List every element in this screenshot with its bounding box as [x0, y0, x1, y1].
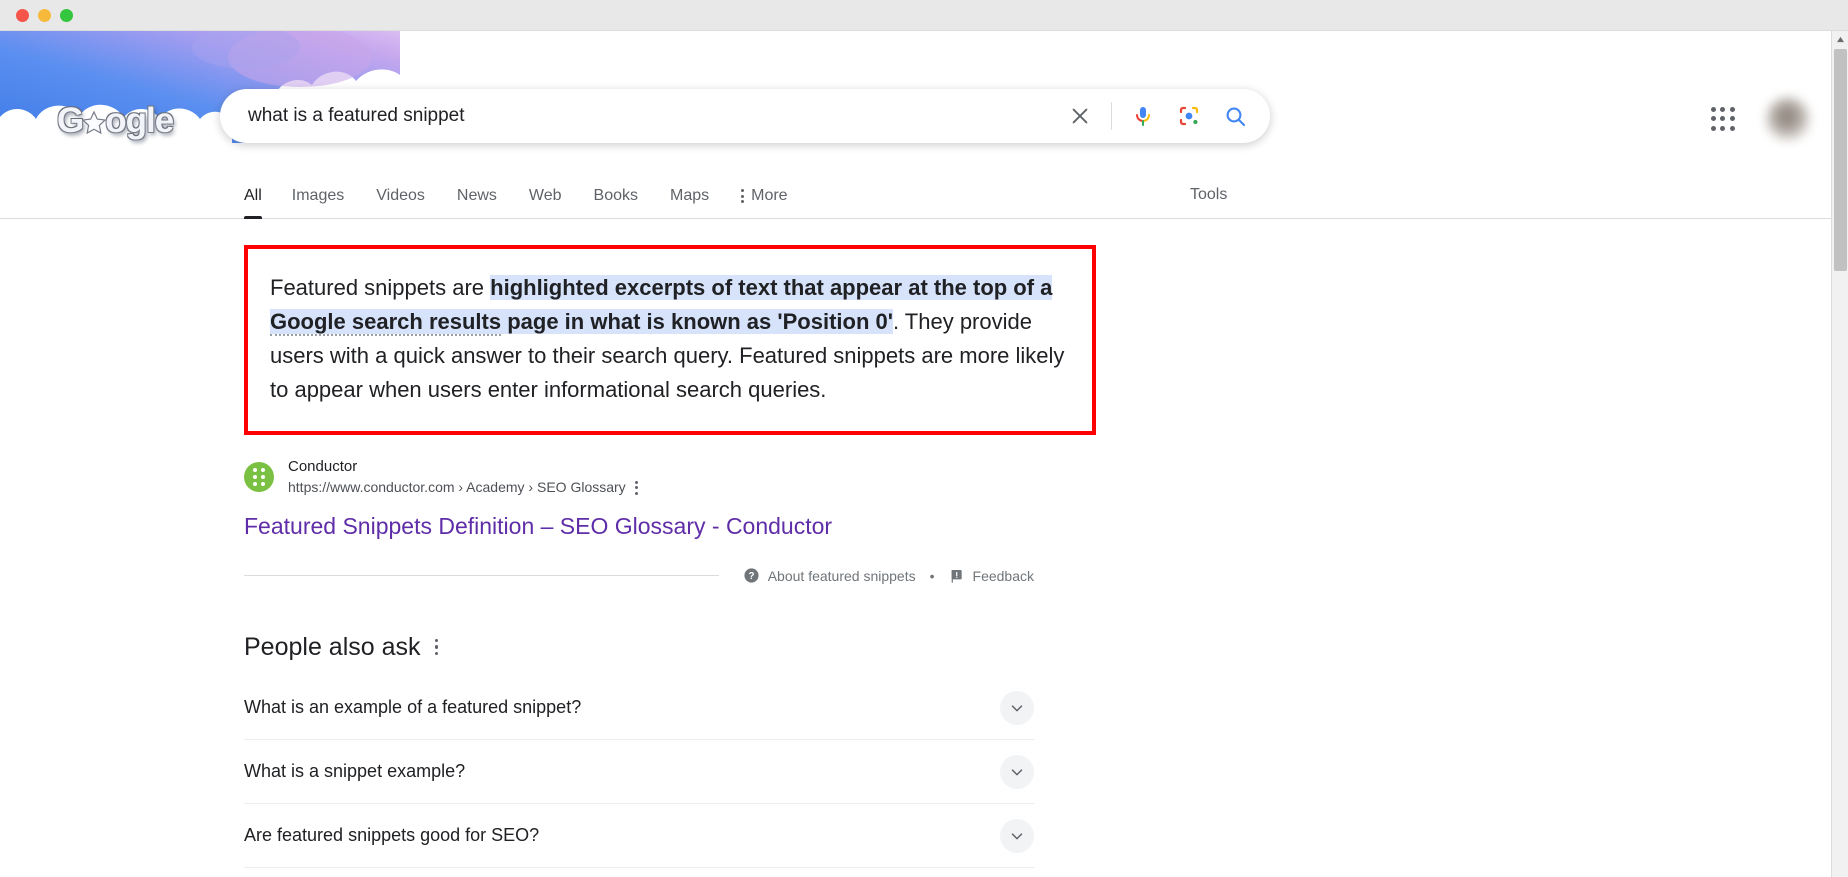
page-viewport: Gogle what is a featured snippet All Ima…: [0, 31, 1848, 877]
flag-icon: [951, 569, 962, 583]
tab-all[interactable]: All: [244, 188, 276, 219]
google-apps-icon[interactable]: [1710, 106, 1736, 132]
apps-dot: [1710, 126, 1716, 132]
google-lens-button[interactable]: [1166, 93, 1212, 139]
expand-question-button[interactable]: [1000, 690, 1034, 725]
browser-window: Gogle what is a featured snippet All Ima…: [0, 0, 1848, 877]
snippet-highlight-part1: highlighted excerpts of text that appear…: [490, 275, 1053, 300]
list-item[interactable]: Are featured snippets good for SEO?: [244, 804, 1034, 868]
list-item[interactable]: What is a snippet example?: [244, 740, 1034, 804]
search-icon: [1226, 107, 1246, 127]
minimize-window-button[interactable]: [38, 8, 51, 22]
featured-snippet-text: Featured snippets are highlighted excerp…: [270, 271, 1066, 407]
source-site-name: Conductor: [288, 458, 358, 475]
about-featured-snippets-link[interactable]: ? About featured snippets: [743, 567, 916, 584]
favicon-dot: [260, 474, 265, 479]
favicon-dot: [260, 468, 265, 473]
window-titlebar: [0, 0, 1848, 31]
snippet-highlight-part2: page in what is known as 'Position 0': [501, 309, 893, 334]
people-also-ask-list: What is an example of a featured snippet…: [244, 676, 1034, 877]
search-header: Gogle: [0, 31, 1848, 171]
avatar[interactable]: [1766, 97, 1810, 141]
apps-dot: [1720, 126, 1726, 132]
chevron-down-icon: [1011, 832, 1023, 839]
close-window-button[interactable]: [16, 8, 29, 22]
people-also-ask-title: People also ask: [244, 633, 421, 661]
tab-books[interactable]: Books: [578, 188, 654, 218]
source-url-row: https://www.conductor.com › Academy › SE…: [288, 478, 638, 497]
tab-news[interactable]: News: [441, 188, 513, 218]
favicon-dot: [253, 481, 258, 486]
chevron-up-icon: [1836, 36, 1844, 42]
paa-question: What is an example of a featured snippet…: [244, 697, 582, 717]
voice-search-button[interactable]: [1120, 93, 1166, 139]
feedback-link[interactable]: Feedback: [949, 568, 1034, 584]
footer-separator: •: [929, 567, 935, 584]
search-divider: [1111, 102, 1112, 130]
tab-images[interactable]: Images: [276, 188, 360, 218]
microphone-icon: [1136, 107, 1150, 126]
tab-maps[interactable]: Maps: [654, 188, 725, 218]
favicon-dot: [253, 468, 258, 473]
search-submit-button[interactable]: [1212, 93, 1258, 139]
logo-letters-ogle: ogle: [105, 101, 174, 140]
paa-question: Are featured snippets good for SEO?: [244, 825, 540, 845]
expand-question-button[interactable]: [1000, 818, 1034, 853]
chevron-down-icon: [1011, 704, 1023, 711]
conductor-favicon-icon: [244, 462, 274, 492]
chevron-down-icon: [1011, 768, 1023, 775]
featured-snippet-box: Featured snippets are highlighted excerp…: [244, 245, 1096, 435]
list-item[interactable]: What is an example of a featured snippet…: [244, 676, 1034, 740]
scrollbar-thumb[interactable]: [1834, 49, 1847, 271]
tab-videos[interactable]: Videos: [360, 188, 441, 218]
apps-dot: [1720, 116, 1726, 122]
search-results: Featured snippets are highlighted excerp…: [0, 219, 1848, 877]
paa-question: What is a snippet example?: [244, 761, 466, 781]
about-this-result-button[interactable]: [634, 480, 638, 495]
search-nav-tabs: All Images Videos News Web Books Maps Mo…: [0, 171, 1848, 219]
camera-lens-icon: [1179, 106, 1199, 126]
tab-web[interactable]: Web: [513, 188, 578, 218]
apps-dot: [1730, 106, 1736, 112]
help-icon: ?: [744, 568, 759, 583]
tab-more-label: More: [751, 187, 788, 204]
tools-button[interactable]: Tools: [1190, 186, 1227, 204]
star-icon: [81, 110, 107, 136]
about-featured-snippets-label: About featured snippets: [767, 567, 916, 584]
source-url: https://www.conductor.com › Academy › SE…: [288, 479, 626, 495]
snippet-lead: Featured snippets are: [270, 275, 491, 300]
people-also-ask-options-button[interactable]: [434, 638, 439, 656]
apps-dot: [1710, 116, 1716, 122]
scroll-up-button[interactable]: [1832, 31, 1848, 47]
apps-dot: [1730, 126, 1736, 132]
source-lines: Conductor https://www.conductor.com › Ac…: [288, 457, 638, 497]
maximize-window-button[interactable]: [60, 8, 73, 22]
favicon-dot: [253, 474, 258, 479]
google-logo[interactable]: Gogle: [57, 101, 174, 141]
snippet-dotted-term[interactable]: Google search results: [270, 309, 502, 336]
apps-dot: [1730, 116, 1736, 122]
list-item[interactable]: What is a snippet in SEO?: [244, 868, 1034, 877]
people-also-ask-header: People also ask: [244, 632, 1848, 662]
result-title-link[interactable]: Featured Snippets Definition – SEO Gloss…: [244, 511, 832, 541]
close-icon: [1072, 108, 1088, 124]
tab-list: All Images Videos News Web Books Maps Mo…: [244, 188, 804, 219]
featured-snippet-footer: ? About featured snippets • Feedback: [244, 567, 1034, 584]
expand-question-button[interactable]: [1000, 754, 1034, 789]
logo-letter-g: G: [57, 101, 84, 140]
svg-text:?: ?: [748, 571, 754, 582]
vertical-scrollbar[interactable]: [1831, 31, 1848, 877]
kebab-menu-icon: [741, 189, 745, 203]
result-source: Conductor https://www.conductor.com › Ac…: [244, 457, 1848, 497]
divider: [244, 575, 719, 576]
favicon-dot: [260, 481, 265, 486]
apps-dot: [1710, 106, 1716, 112]
tab-more[interactable]: More: [725, 188, 803, 218]
search-input[interactable]: [220, 89, 1057, 143]
feedback-label: Feedback: [972, 567, 1034, 584]
clear-search-button[interactable]: [1057, 93, 1103, 139]
apps-dot: [1720, 106, 1726, 112]
search-bar[interactable]: [220, 89, 1270, 143]
